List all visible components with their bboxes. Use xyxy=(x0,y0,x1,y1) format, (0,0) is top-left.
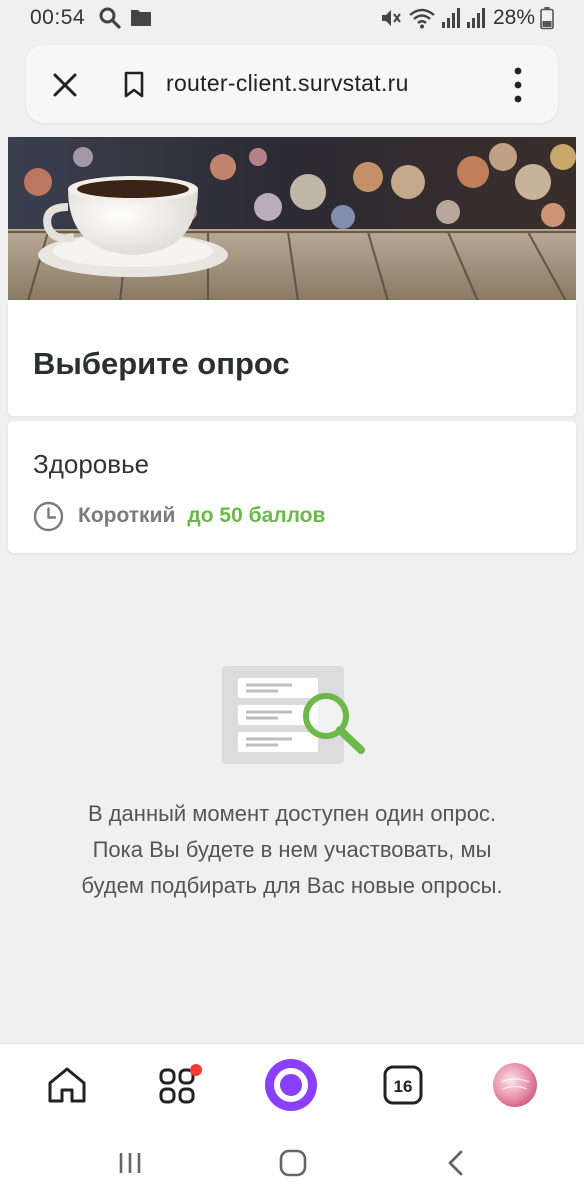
battery-percent: 28% xyxy=(493,6,536,29)
info-message: В данный момент доступен один опрос. Пок… xyxy=(81,801,503,898)
status-bar: 00:54 28% xyxy=(0,0,584,38)
browser-address-bar[interactable]: router-client.survstat.ru xyxy=(26,45,558,123)
hero-image xyxy=(8,137,576,301)
battery-icon xyxy=(540,7,554,30)
survey-name[interactable]: Здоровье xyxy=(33,449,149,480)
page-title: Выберите опрос xyxy=(33,346,290,381)
search-document-illustration xyxy=(222,666,365,764)
mute-icon xyxy=(382,10,401,26)
recent-apps-icon[interactable] xyxy=(116,1149,146,1177)
more-menu-icon[interactable] xyxy=(512,67,524,103)
signal-icon-1 xyxy=(442,8,460,28)
search-icon xyxy=(99,7,121,29)
url-text[interactable]: router-client.survstat.ru xyxy=(166,70,409,97)
signal-icon-2 xyxy=(467,8,485,28)
title-card: Выберите опрос xyxy=(8,300,576,416)
status-time: 00:54 xyxy=(30,6,86,29)
clock-icon xyxy=(33,501,64,531)
tabs-icon[interactable]: 16 xyxy=(382,1064,424,1106)
survey-duration: Короткий xyxy=(78,504,176,527)
folder-icon xyxy=(131,10,151,26)
survey-points: до 50 баллов xyxy=(187,504,326,527)
survey-meta: Короткий до 50 баллов xyxy=(33,500,325,532)
wifi-icon xyxy=(409,8,435,29)
system-navigation xyxy=(0,1127,584,1200)
home-button-icon[interactable] xyxy=(278,1149,308,1177)
services-grid-icon[interactable] xyxy=(158,1064,206,1108)
close-icon[interactable] xyxy=(52,72,78,98)
bookmark-icon[interactable] xyxy=(122,71,146,99)
alice-assistant-icon[interactable] xyxy=(264,1058,318,1112)
back-icon[interactable] xyxy=(444,1149,468,1177)
profile-avatar[interactable] xyxy=(492,1062,538,1108)
survey-card[interactable]: Здоровье Короткий до 50 баллов xyxy=(8,421,576,553)
tabs-count: 16 xyxy=(394,1077,413,1096)
bottom-navigation: 16 xyxy=(0,1043,584,1127)
home-icon[interactable] xyxy=(46,1064,88,1106)
